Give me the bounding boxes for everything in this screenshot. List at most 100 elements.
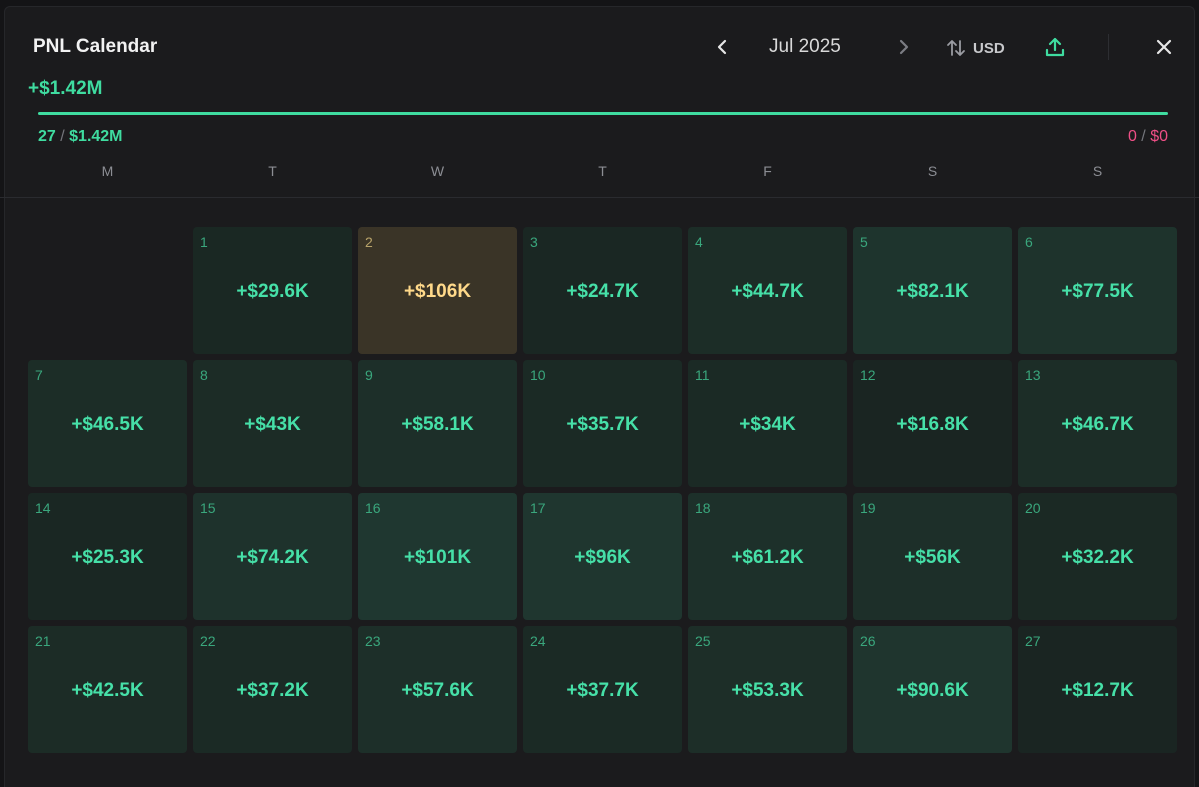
day-number: 19	[860, 500, 876, 516]
day-pnl: +$16.8K	[896, 414, 969, 435]
calendar-day-cell[interactable]: 3 +$24.7K	[523, 227, 682, 354]
win-loss-bar	[38, 112, 1168, 115]
calendar-day-cell[interactable]: 19 +$56K	[853, 493, 1012, 620]
day-pnl: +$32.2K	[1061, 547, 1134, 568]
day-number: 4	[695, 234, 703, 250]
upload-icon	[1045, 37, 1065, 57]
day-number: 20	[1025, 500, 1041, 516]
day-number: 9	[365, 367, 373, 383]
day-pnl: +$77.5K	[1061, 281, 1134, 302]
total-pnl: +$1.42M	[28, 78, 103, 99]
day-number: 26	[860, 633, 876, 649]
day-pnl: +$12.7K	[1061, 680, 1134, 701]
win-bar-fill	[38, 112, 1168, 115]
day-pnl: +$24.7K	[566, 281, 639, 302]
day-pnl: +$74.2K	[236, 547, 309, 568]
calendar-day-cell[interactable]: 7 +$46.5K	[28, 360, 187, 487]
weekday-label: S	[927, 163, 938, 179]
calendar-day-cell[interactable]: 14 +$25.3K	[28, 493, 187, 620]
day-number: 22	[200, 633, 216, 649]
calendar-day-cell[interactable]: 8 +$43K	[193, 360, 352, 487]
day-number: 6	[1025, 234, 1033, 250]
day-pnl: +$57.6K	[401, 680, 474, 701]
calendar-day-cell[interactable]: 16 +$101K	[358, 493, 517, 620]
calendar-day-cell[interactable]: 26 +$90.6K	[853, 626, 1012, 753]
calendar-day-cell[interactable]: 21 +$42.5K	[28, 626, 187, 753]
header-separator	[0, 197, 1199, 198]
win-summary: 27 / $1.42M	[38, 128, 123, 146]
calendar-day-cell[interactable]: 6 +$77.5K	[1018, 227, 1177, 354]
calendar-day-cell[interactable]: 22 +$37.2K	[193, 626, 352, 753]
calendar-day-cell[interactable]: 11 +$34K	[688, 360, 847, 487]
day-pnl: +$37.7K	[566, 680, 639, 701]
weekday-label: T	[598, 163, 607, 179]
calendar-day-cell[interactable]: 15 +$74.2K	[193, 493, 352, 620]
day-pnl: +$53.3K	[731, 680, 804, 701]
day-pnl: +$44.7K	[731, 281, 804, 302]
calendar-day-cell[interactable]: 18 +$61.2K	[688, 493, 847, 620]
calendar-day-cell[interactable]: 17 +$96K	[523, 493, 682, 620]
close-button[interactable]	[1152, 35, 1176, 59]
day-pnl: +$46.5K	[71, 414, 144, 435]
panel-title: PNL Calendar	[33, 36, 158, 57]
day-pnl: +$25.3K	[71, 547, 144, 568]
calendar-day-cell[interactable]: 23 +$57.6K	[358, 626, 517, 753]
day-pnl: +$96K	[574, 547, 631, 568]
day-pnl: +$101K	[403, 547, 472, 568]
share-button[interactable]	[1043, 35, 1067, 59]
calendar-grid: 1 +$29.6K 2 +$106K 3 +$24.7K 4 +$44.7K 5 +$82.1K 6…	[28, 227, 1177, 753]
calendar-day-cell[interactable]: 4 +$44.7K	[688, 227, 847, 354]
previous-month-button[interactable]	[713, 35, 733, 59]
day-number: 10	[530, 367, 546, 383]
calendar-day-cell[interactable]: 9 +$58.1K	[358, 360, 517, 487]
loss-amount: $0	[1150, 128, 1168, 145]
win-separator: /	[55, 128, 70, 145]
empty-day	[28, 227, 187, 354]
day-pnl: +$34K	[739, 414, 796, 435]
currency-toggle[interactable]: USD	[945, 37, 1005, 59]
day-number: 23	[365, 633, 381, 649]
calendar-day-cell[interactable]: 10 +$35.7K	[523, 360, 682, 487]
day-number: 11	[695, 367, 710, 383]
day-pnl: +$43K	[244, 414, 301, 435]
day-pnl: +$37.2K	[236, 680, 309, 701]
weekday-label: W	[430, 163, 445, 179]
calendar-day-cell[interactable]: 12 +$16.8K	[853, 360, 1012, 487]
calendar-day-cell[interactable]: 24 +$37.7K	[523, 626, 682, 753]
loss-separator: /	[1136, 128, 1151, 145]
calendar-day-cell[interactable]: 2 +$106K	[358, 227, 517, 354]
chevron-left-icon	[717, 39, 727, 55]
day-number: 7	[35, 367, 43, 383]
day-pnl: +$82.1K	[896, 281, 969, 302]
current-month: Jul 2025	[769, 36, 841, 57]
day-number: 13	[1025, 367, 1041, 383]
calendar-day-cell[interactable]: 5 +$82.1K	[853, 227, 1012, 354]
day-number: 24	[530, 633, 546, 649]
day-number: 27	[1025, 633, 1041, 649]
weekday-header: M T W T F S S	[28, 163, 1176, 179]
day-number: 21	[35, 633, 51, 649]
day-number: 15	[200, 500, 216, 516]
day-pnl: +$29.6K	[236, 281, 309, 302]
day-pnl: +$90.6K	[896, 680, 969, 701]
calendar-day-cell[interactable]: 1 +$29.6K	[193, 227, 352, 354]
weekday-label: T	[268, 163, 277, 179]
calendar-day-cell[interactable]: 13 +$46.7K	[1018, 360, 1177, 487]
day-number: 1	[200, 234, 208, 250]
day-number: 3	[530, 234, 538, 250]
day-pnl: +$56K	[904, 547, 961, 568]
calendar-day-cell[interactable]: 27 +$12.7K	[1018, 626, 1177, 753]
chevron-right-icon	[899, 39, 909, 55]
day-number: 25	[695, 633, 711, 649]
calendar-day-cell[interactable]: 25 +$53.3K	[688, 626, 847, 753]
loss-summary: 0 / $0	[1128, 128, 1168, 146]
day-number: 12	[860, 367, 876, 383]
day-number: 2	[365, 234, 373, 250]
day-number: 17	[530, 500, 546, 516]
day-number: 16	[365, 500, 381, 516]
next-month-button[interactable]	[893, 35, 913, 59]
calendar-day-cell[interactable]: 20 +$32.2K	[1018, 493, 1177, 620]
weekday-label: S	[1092, 163, 1103, 179]
win-amount: $1.42M	[69, 128, 123, 145]
loss-days: 0	[1127, 128, 1137, 145]
